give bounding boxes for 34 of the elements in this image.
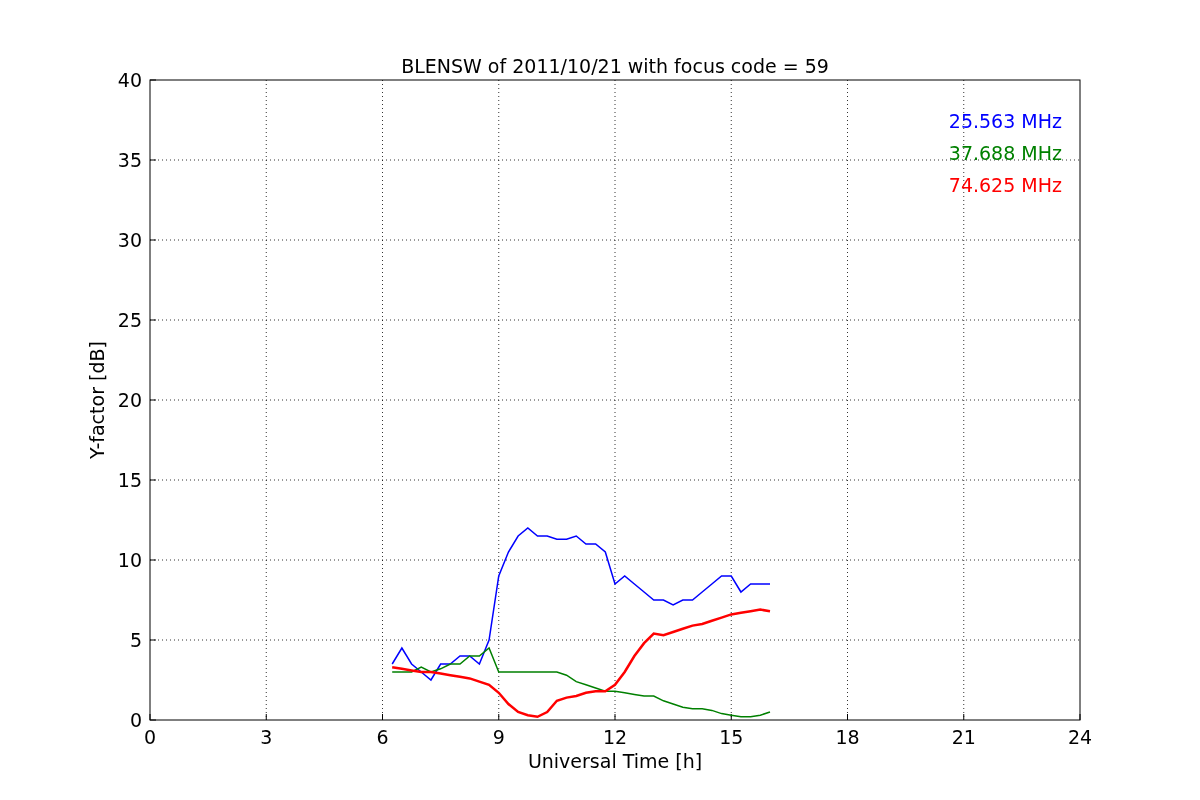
legend-label: 74.625 MHz bbox=[948, 174, 1062, 196]
x-tick-label: 24 bbox=[1067, 726, 1093, 748]
y-tick-label: 10 bbox=[117, 549, 142, 571]
y-tick-label: 30 bbox=[117, 229, 142, 251]
tick-mark bbox=[149, 319, 157, 321]
x-tick-label: 3 bbox=[260, 726, 273, 748]
tick-mark bbox=[1079, 713, 1081, 721]
x-tick-label: 9 bbox=[492, 726, 505, 748]
tick-mark bbox=[149, 639, 157, 641]
x-tick-label: 15 bbox=[719, 726, 744, 748]
legend-label: 37.688 MHz bbox=[948, 142, 1062, 164]
chart-title: BLENSW of 2011/10/21 with focus code = 59 bbox=[401, 55, 829, 77]
legend-label: 25.563 MHz bbox=[948, 110, 1062, 132]
y-tick-label: 5 bbox=[129, 629, 142, 651]
tick-mark bbox=[149, 559, 157, 561]
tick-mark bbox=[149, 399, 157, 401]
y-tick-label: 35 bbox=[117, 149, 142, 171]
y-tick-label: 40 bbox=[117, 69, 142, 91]
tick-mark bbox=[149, 239, 157, 241]
x-tick-label: 21 bbox=[951, 726, 976, 748]
x-tick-label: 0 bbox=[143, 726, 157, 748]
tick-mark bbox=[149, 159, 157, 161]
tick-mark bbox=[149, 79, 157, 81]
x-axis-label: Universal Time [h] bbox=[527, 750, 703, 772]
y-tick-label: 0 bbox=[129, 709, 142, 731]
tick-mark bbox=[149, 479, 157, 481]
y-axis-label: Y-factor [dB] bbox=[86, 341, 108, 459]
y-tick-label: 20 bbox=[117, 389, 142, 411]
y-tick-label: 25 bbox=[117, 309, 142, 331]
x-tick-label: 12 bbox=[602, 726, 628, 748]
x-tick-label: 6 bbox=[376, 726, 389, 748]
y-tick-label: 15 bbox=[117, 469, 142, 491]
x-tick-label: 18 bbox=[835, 726, 860, 748]
tick-mark bbox=[730, 713, 732, 721]
